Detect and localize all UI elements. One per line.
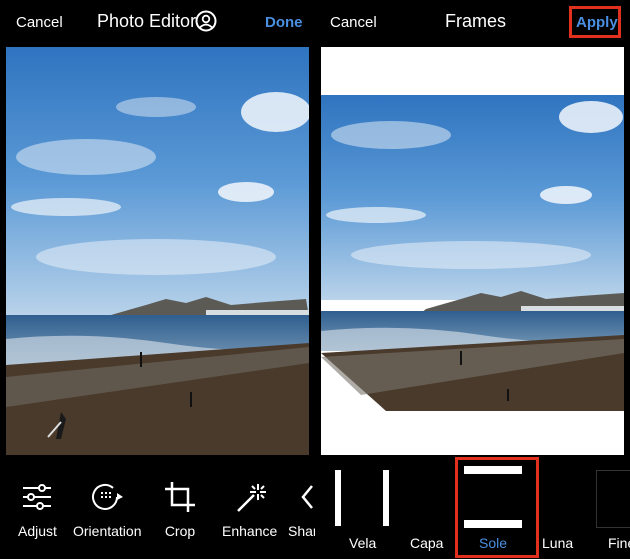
page-title: Photo Editor — [97, 11, 197, 31]
frame-fine[interactable]: Fine — [595, 462, 630, 552]
frame-capa-label: Capa — [410, 535, 444, 551]
frame-luna-label: Luna — [542, 535, 574, 551]
adjust-label: Adjust — [18, 523, 57, 539]
framed-photo-canvas[interactable] — [321, 47, 624, 455]
magic-wand-icon — [222, 480, 277, 517]
frames-panel: Cancel Frames Apply Vela Capa Sole Luna … — [315, 0, 630, 559]
done-button[interactable]: Done — [265, 14, 303, 31]
crop-icon — [163, 480, 197, 517]
photo-canvas[interactable] — [6, 47, 309, 455]
rotate-icon — [73, 480, 141, 517]
frame-capa[interactable]: Capa — [410, 462, 450, 552]
photo-editor-topbar: Cancel Photo Editor Done — [0, 0, 315, 45]
frame-fine-label: Fine — [608, 535, 630, 551]
account-icon[interactable] — [195, 10, 217, 37]
sharpen-tool[interactable]: Shar — [288, 480, 315, 539]
frame-vela[interactable]: Vela — [335, 462, 395, 552]
frame-vela-thumbnail — [335, 470, 395, 526]
crop-tool[interactable]: Crop — [163, 480, 197, 539]
cancel-button[interactable]: Cancel — [330, 14, 377, 31]
enhance-label: Enhance — [222, 523, 278, 539]
frames-topbar: Cancel Frames Apply — [315, 0, 630, 45]
frame-vela-label: Vela — [349, 535, 377, 551]
sliders-icon — [18, 480, 57, 517]
frame-fine-thumbnail — [596, 470, 630, 528]
frame-luna[interactable]: Luna — [541, 462, 581, 552]
orientation-label: Orientation — [73, 523, 142, 539]
chevron-left-icon — [300, 480, 315, 517]
page-title: Frames — [445, 11, 507, 31]
sole-highlight-box — [455, 457, 539, 558]
adjust-tool[interactable]: Adjust — [18, 480, 57, 539]
apply-highlight-box — [569, 6, 621, 38]
photo-editor-panel: Cancel Photo Editor Done Adjust Orientat… — [0, 0, 315, 559]
cancel-button[interactable]: Cancel — [16, 14, 63, 31]
orientation-tool[interactable]: Orientation — [73, 480, 141, 539]
enhance-tool[interactable]: Enhance — [222, 480, 277, 539]
frame-sole[interactable]: Sole — [455, 457, 539, 558]
crop-label: Crop — [164, 523, 196, 539]
sharpen-label: Shar — [288, 523, 315, 539]
